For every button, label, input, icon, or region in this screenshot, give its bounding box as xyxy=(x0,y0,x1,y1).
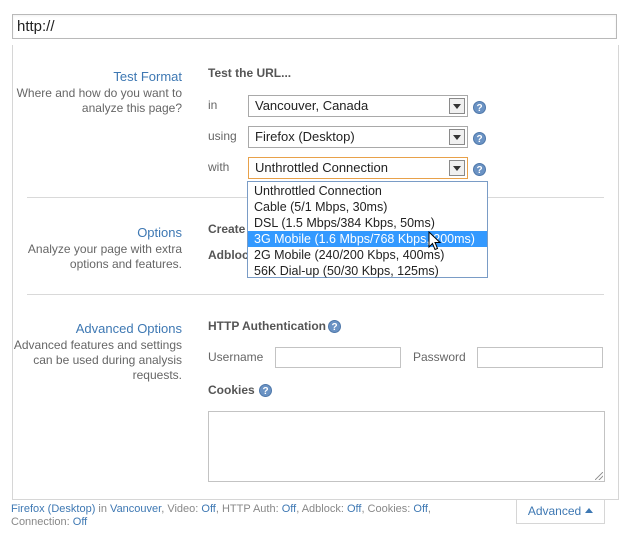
chevron-down-icon xyxy=(449,98,465,114)
summary-text: , Adblock: xyxy=(296,503,347,515)
chevron-down-icon xyxy=(449,129,465,145)
help-icon[interactable]: ? xyxy=(473,163,486,176)
url-input[interactable]: http:// xyxy=(12,14,617,39)
location-select-value: Vancouver, Canada xyxy=(255,98,369,113)
connection-option-highlighted[interactable]: 3G Mobile (1.6 Mbps/768 Kbps, 200ms) xyxy=(248,231,487,247)
location-select[interactable]: Vancouver, Canada xyxy=(248,95,468,117)
options-desc: Analyze your page with extra options and… xyxy=(27,242,182,271)
adblock-label: Adbloc xyxy=(208,248,249,262)
create-label: Create xyxy=(208,222,246,236)
summary-text: in xyxy=(95,503,111,515)
using-label: using xyxy=(208,129,237,143)
advanced-options-desc: Advanced features and settings can be us… xyxy=(13,338,182,382)
summary-cookies-value[interactable]: Off xyxy=(413,503,427,515)
browser-select[interactable]: Firefox (Desktop) xyxy=(248,126,468,148)
summary-connection-value[interactable]: Off xyxy=(73,516,87,528)
mouse-cursor-icon xyxy=(428,231,442,251)
test-format-desc: Where and how do you want to analyze thi… xyxy=(16,86,182,115)
summary-browser[interactable]: Firefox (Desktop) xyxy=(11,503,95,515)
help-icon[interactable]: ? xyxy=(259,384,272,397)
summary-text: , Cookies: xyxy=(361,503,414,515)
summary-text: , HTTP Auth: xyxy=(215,503,282,515)
connection-option[interactable]: 2G Mobile (240/200 Kbps, 400ms) xyxy=(248,247,487,263)
summary-adblock-value[interactable]: Off xyxy=(347,503,361,515)
summary-location[interactable]: Vancouver xyxy=(110,503,161,515)
advanced-toggle-button[interactable]: Advanced xyxy=(516,500,605,524)
with-label: with xyxy=(208,160,230,174)
advanced-toggle-label: Advanced xyxy=(527,504,582,518)
connection-select[interactable]: Unthrottled Connection xyxy=(248,157,468,179)
help-icon[interactable]: ? xyxy=(473,101,486,114)
password-input[interactable] xyxy=(477,347,603,368)
summary-video-value[interactable]: Off xyxy=(201,503,215,515)
username-input[interactable] xyxy=(275,347,401,368)
resize-grip[interactable] xyxy=(595,472,603,480)
options-title: Options xyxy=(137,225,182,240)
http-auth-label: HTTP Authentication xyxy=(208,319,326,333)
summary-text: , Video: xyxy=(161,503,202,515)
summary-auth-value[interactable]: Off xyxy=(282,503,296,515)
cookies-label: Cookies xyxy=(208,383,255,397)
test-format-title: Test Format xyxy=(113,69,182,84)
connection-option[interactable]: Cable (5/1 Mbps, 30ms) xyxy=(248,199,487,215)
help-icon[interactable]: ? xyxy=(328,320,341,333)
connection-option[interactable]: 56K Dial-up (50/30 Kbps, 125ms) xyxy=(248,263,487,279)
test-url-heading: Test the URL... xyxy=(208,66,292,80)
cookies-textarea[interactable] xyxy=(208,411,605,482)
advanced-options-title: Advanced Options xyxy=(75,321,182,336)
chevron-down-icon xyxy=(449,160,465,176)
settings-summary: Firefox (Desktop) in Vancouver, Video: O… xyxy=(11,503,456,529)
in-label: in xyxy=(208,98,218,112)
help-icon[interactable]: ? xyxy=(473,132,486,145)
password-label: Password xyxy=(413,350,466,364)
connection-dropdown-list[interactable]: Unthrottled Connection Cable (5/1 Mbps, … xyxy=(247,181,488,278)
section-divider xyxy=(27,294,604,295)
username-label: Username xyxy=(208,350,264,364)
connection-option[interactable]: DSL (1.5 Mbps/384 Kbps, 50ms) xyxy=(248,215,487,231)
caret-up-icon xyxy=(585,508,594,514)
connection-option[interactable]: Unthrottled Connection xyxy=(248,183,487,199)
browser-select-value: Firefox (Desktop) xyxy=(255,129,355,144)
connection-select-value: Unthrottled Connection xyxy=(255,160,388,175)
